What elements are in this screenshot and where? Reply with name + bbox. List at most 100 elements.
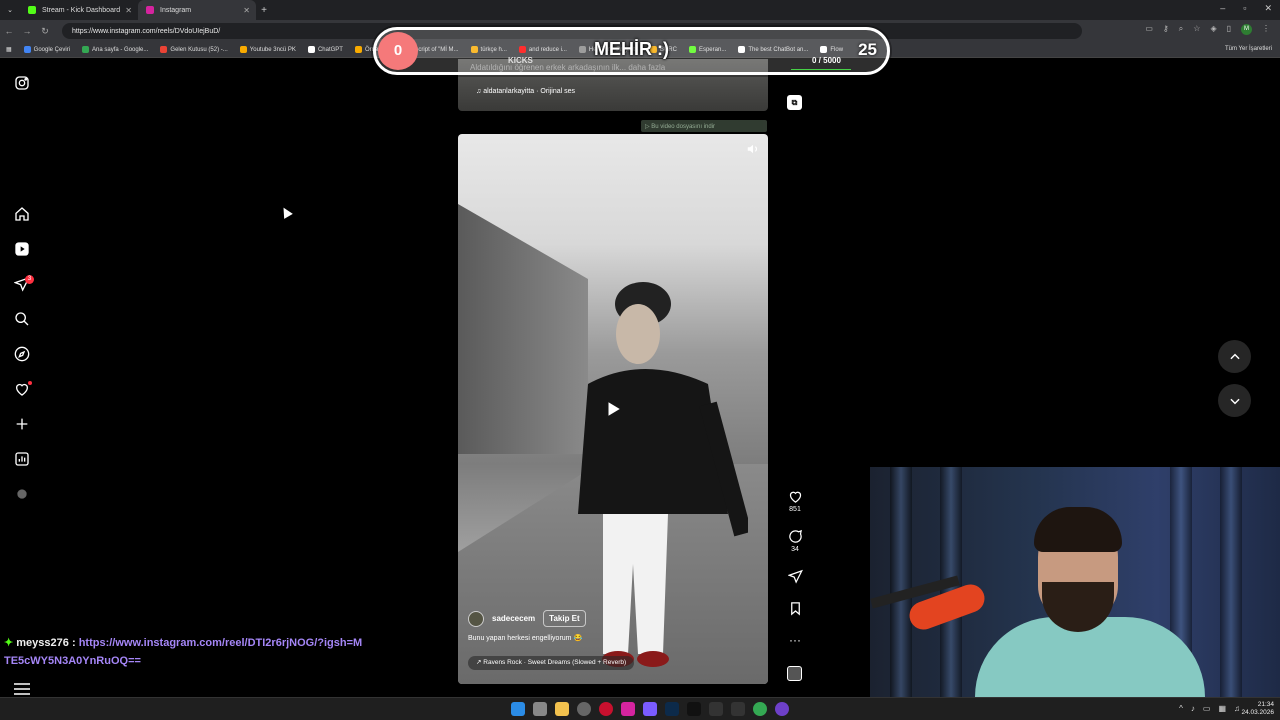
person-image [578, 282, 748, 667]
reel-song[interactable]: ↗ Ravens Rock · Sweet Dreams (Slowed + R… [468, 656, 635, 670]
search-icon[interactable] [13, 310, 31, 328]
reel-video[interactable]: sadececem Takip Et Bunu yapan herkesi en… [458, 134, 768, 684]
author-avatar[interactable] [468, 610, 484, 627]
stream-goal-widget: 0 MEHİR :) 25 KICKS 0 / 5000 [373, 27, 890, 75]
new-tab-button[interactable]: + [256, 5, 272, 16]
more-icon[interactable]: ··· [786, 633, 804, 647]
bookmark-label: Gelen Kutusu (52) -... [170, 46, 228, 53]
more-menu-icon[interactable] [14, 683, 30, 695]
tab-kick-dashboard[interactable]: Stream - Kick Dashboard ✕ [20, 0, 138, 20]
zoom-icon[interactable]: ⌕ [1179, 24, 1183, 35]
clock-time: 21:34 [1257, 701, 1274, 708]
bookmark-favicon-icon [160, 46, 168, 53]
browser-tab-bar: ⌄ Stream - Kick Dashboard ✕ Instagram ✕ … [0, 0, 1280, 20]
cast-icon[interactable]: ▭ [1145, 24, 1153, 35]
create-icon[interactable] [13, 415, 31, 433]
bookmark-item[interactable]: Ana sayfa - Google... [82, 46, 148, 53]
display-icon[interactable]: ▭ [1203, 704, 1211, 713]
task-view-icon[interactable] [533, 702, 547, 716]
window-controls: – ▫ ✕ [1220, 3, 1272, 14]
capcut-icon[interactable] [709, 702, 723, 716]
bookmark-favicon-icon [239, 46, 247, 53]
start-icon[interactable] [511, 702, 525, 716]
chrome-icon[interactable] [753, 702, 767, 716]
share-button[interactable] [786, 569, 804, 586]
instagram-logo-icon[interactable] [13, 74, 31, 92]
reels-icon[interactable] [13, 240, 31, 258]
tray-chevron-icon[interactable]: ^ [1179, 704, 1183, 713]
bookmark-label: Youtube 3ncü PK [249, 46, 296, 53]
discord-icon[interactable] [643, 702, 657, 716]
previous-reel-button[interactable] [1218, 340, 1251, 373]
mic-icon[interactable]: ♪ [1191, 704, 1195, 713]
kicks-progress-bar [791, 69, 851, 70]
forward-icon[interactable]: → [18, 26, 36, 36]
app-icon[interactable] [731, 702, 745, 716]
bookmark-item[interactable]: Gelen Kutusu (52) -... [160, 46, 228, 53]
bookmark-item[interactable]: ChatGPT [307, 46, 343, 53]
follow-button[interactable]: Takip Et [543, 610, 586, 627]
home-icon[interactable] [13, 205, 31, 223]
activity-dot [28, 381, 32, 385]
profile-avatar-icon[interactable] [13, 485, 31, 503]
star-icon[interactable]: ☆ [1193, 24, 1200, 35]
next-reel-button[interactable] [1218, 384, 1251, 417]
tab-search-icon[interactable]: ⌄ [0, 6, 20, 14]
menu-icon[interactable]: ⋮ [1262, 24, 1270, 35]
webcam-feed [870, 467, 1280, 697]
dashboard-icon[interactable] [13, 450, 31, 468]
curtain-fold [1220, 467, 1242, 697]
tiktok-icon[interactable] [687, 702, 701, 716]
window-close-icon[interactable]: ✕ [1264, 3, 1272, 14]
reels-app-icon[interactable]: ⧉ [787, 95, 802, 110]
photoshop-icon[interactable] [665, 702, 679, 716]
comment-button[interactable]: 34 [786, 529, 804, 553]
key-icon[interactable]: ⚷ [1163, 24, 1169, 35]
like-count: 851 [789, 506, 801, 513]
previous-reel-audio[interactable]: ♫ aldatanlarkayitta · Orijinal ses [476, 88, 575, 95]
bookmark-item[interactable]: Google Çeviri [23, 46, 70, 53]
close-icon[interactable]: ✕ [243, 6, 250, 15]
app-icon[interactable] [577, 702, 591, 716]
share-icon [787, 569, 803, 584]
network-icon[interactable]: ▦ [1218, 704, 1226, 713]
tab-instagram[interactable]: Instagram ✕ [138, 0, 256, 20]
volume-icon[interactable]: ♫ [1234, 704, 1240, 713]
bookmark-label: ChatGPT [317, 46, 343, 53]
file-explorer-icon[interactable] [555, 702, 569, 716]
obs-icon[interactable] [775, 702, 789, 716]
heart-icon [789, 491, 801, 503]
maximize-icon[interactable]: ▫ [1243, 3, 1246, 14]
chevron-down-icon [1229, 398, 1240, 404]
goal-target: 25 [858, 40, 877, 59]
explore-icon[interactable] [13, 345, 31, 363]
all-bookmarks-link[interactable]: Tüm Yer İşaretleri [1225, 46, 1272, 52]
reel-caption[interactable]: Bunu yapan herkesi engelliyorum 😂 [468, 634, 582, 642]
minimize-icon[interactable]: – [1220, 3, 1225, 14]
download-video-banner[interactable]: ▷ Bu video dosyasını indir [641, 120, 767, 132]
back-icon[interactable]: ← [0, 26, 18, 36]
like-button[interactable]: 851 [786, 489, 804, 513]
opera-icon[interactable] [599, 702, 613, 716]
taskbar: ^ ♪ ▭ ▦ ♫ 21:34 24.03.2026 [0, 697, 1280, 720]
bookmark-item[interactable]: Youtube 3ncü PK [239, 46, 296, 53]
volume-icon[interactable] [746, 142, 760, 156]
profile-avatar[interactable]: M [1241, 24, 1252, 35]
bookmark-favicon-icon [82, 46, 90, 53]
tab-label: Instagram [160, 6, 192, 14]
author-name[interactable]: sadececem [492, 614, 535, 623]
address-bar-actions: ▭ ⚷ ⌕ ☆ ◈ ▯ M ⋮ [1145, 24, 1270, 35]
kicks-progress: 0 / 5000 [812, 56, 841, 65]
curtain-fold [890, 467, 912, 697]
clock[interactable]: 21:34 24.03.2026 [1241, 701, 1274, 717]
save-button[interactable] [786, 601, 804, 618]
reload-icon[interactable]: ↻ [36, 26, 54, 37]
streamer-hair [1034, 507, 1122, 552]
apps-icon[interactable]: ▦ [6, 46, 12, 53]
play-icon[interactable] [604, 400, 622, 418]
instagram-app-icon[interactable] [621, 702, 635, 716]
close-icon[interactable]: ✕ [125, 6, 132, 15]
extension-icon[interactable]: ◈ [1210, 24, 1216, 35]
audio-thumbnail[interactable] [787, 666, 802, 681]
sidepanel-icon[interactable]: ▯ [1227, 24, 1231, 35]
